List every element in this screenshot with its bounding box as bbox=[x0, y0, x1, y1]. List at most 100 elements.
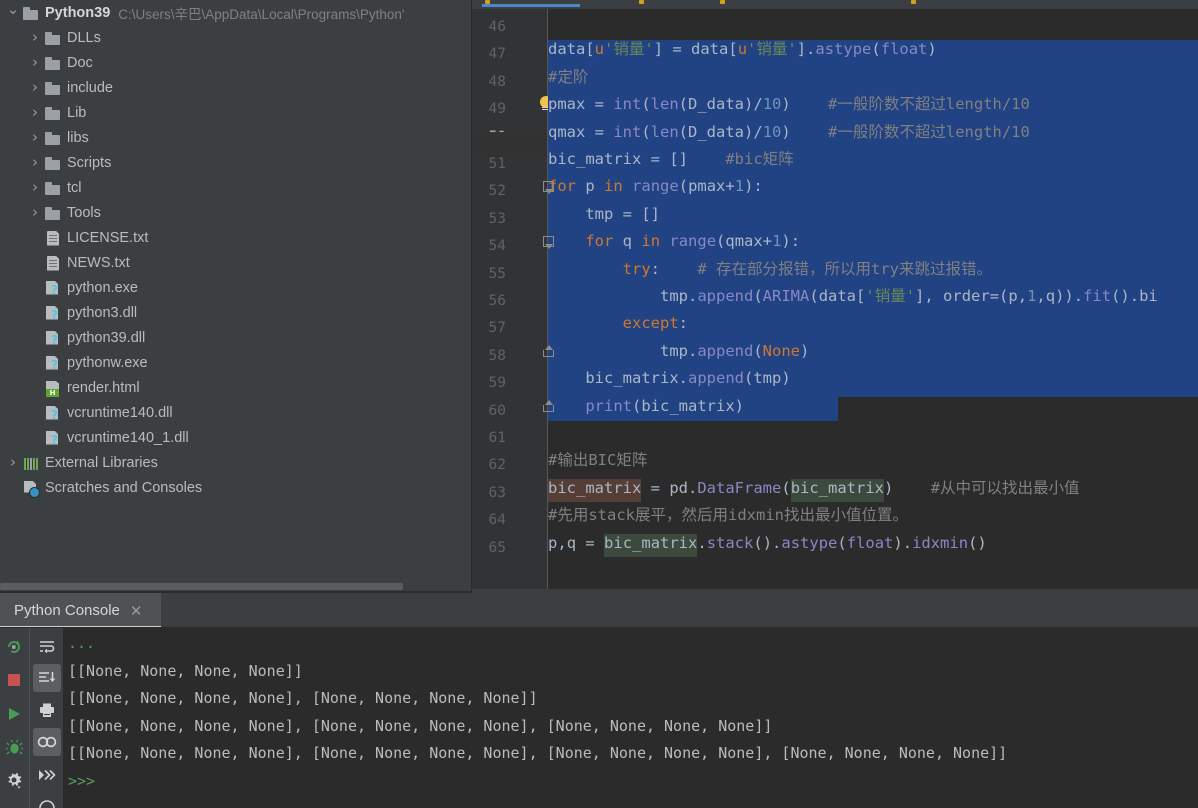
tab-python-console[interactable]: Python Console ✕ bbox=[0, 593, 161, 628]
line-number: 64 bbox=[488, 512, 506, 529]
code-line[interactable]: bic_matrix = [] #bic矩阵 bbox=[548, 146, 1198, 173]
code-line[interactable]: pmax = int(len(D_data)/10) #一般阶数不超过lengt… bbox=[548, 91, 1198, 118]
project-tree-horizontal-scrollbar[interactable] bbox=[0, 581, 472, 591]
code-text-area[interactable]: data[u'销量'] = data[u'销量'].astype(float) #… bbox=[548, 9, 1198, 591]
code-line[interactable]: try: # 存在部分报错，所以用try来跳过报错。 bbox=[548, 256, 1198, 283]
console-prompt[interactable]: >>> bbox=[68, 768, 95, 796]
tree-item-doc[interactable]: › Doc bbox=[0, 50, 472, 75]
tree-item-dlls[interactable]: › DLLs bbox=[0, 25, 472, 50]
run-all-icon[interactable] bbox=[33, 761, 61, 789]
project-tool-window[interactable]: ⌄ Python39 C:\Users\辛巴\AppData\Local\Progr… bbox=[0, 0, 472, 591]
code-line[interactable]: tmp.append(None) bbox=[548, 338, 1198, 365]
html-file-icon bbox=[44, 379, 62, 397]
tree-item-python-exe[interactable]: python.exe bbox=[0, 275, 472, 300]
unknown-file-icon bbox=[44, 279, 62, 297]
chevron-right-icon[interactable]: › bbox=[26, 155, 44, 170]
code-line[interactable]: data[u'销量'] = data[u'销量'].astype(float) bbox=[548, 36, 1198, 63]
chevron-right-icon[interactable]: › bbox=[26, 180, 44, 195]
editor-tab-bar[interactable] bbox=[472, 0, 1198, 9]
debug-icon[interactable] bbox=[0, 733, 28, 761]
gear-icon[interactable] bbox=[0, 766, 28, 794]
code-line[interactable]: print(bic_matrix) bbox=[548, 393, 1198, 420]
tree-item-label: include bbox=[67, 79, 113, 96]
tree-item-render-html[interactable]: render.html bbox=[0, 375, 472, 400]
code-editor[interactable]: 4647484950515253545556575859606162636465… bbox=[472, 0, 1198, 591]
tree-item-python39[interactable]: ⌄ Python39 C:\Users\辛巴\AppData\Local\Progr… bbox=[0, 0, 472, 25]
tree-item-label: DLLs bbox=[67, 29, 101, 46]
unknown-file-icon bbox=[44, 354, 62, 372]
line-number: 58 bbox=[488, 347, 506, 364]
tree-item-news-txt[interactable]: NEWS.txt bbox=[0, 250, 472, 275]
tree-item-tcl[interactable]: › tcl bbox=[0, 175, 472, 200]
rerun-icon[interactable] bbox=[0, 633, 28, 661]
code-line[interactable] bbox=[548, 420, 1198, 447]
folder-icon bbox=[44, 54, 62, 72]
scrollbar-thumb[interactable] bbox=[0, 583, 403, 590]
console-output-line: [[None, None, None, None]] bbox=[68, 661, 303, 680]
soft-wrap-icon[interactable] bbox=[33, 633, 61, 661]
tree-item-scripts[interactable]: › Scripts bbox=[0, 150, 472, 175]
code-line[interactable]: tmp.append(ARIMA(data['销量'], order=(p,1,… bbox=[548, 283, 1198, 310]
chevron-right-icon[interactable]: › bbox=[26, 80, 44, 95]
code-line[interactable]: for q in range(qmax+1): bbox=[548, 228, 1198, 255]
help-icon[interactable] bbox=[33, 794, 61, 808]
chevron-right-icon[interactable]: › bbox=[26, 105, 44, 120]
code-line[interactable]: for p in range(pmax+1): bbox=[548, 173, 1198, 200]
code-line[interactable] bbox=[548, 9, 1198, 36]
code-line[interactable]: bic_matrix.append(tmp) bbox=[548, 365, 1198, 392]
python-console-tool-window[interactable]: Python Console ✕ ... [[None, None, None,… bbox=[0, 593, 1198, 808]
tree-item-tools[interactable]: › Tools bbox=[0, 200, 472, 225]
line-number-gutter[interactable]: 4647484950515253545556575859606162636465 bbox=[472, 9, 547, 591]
close-icon[interactable]: ✕ bbox=[130, 602, 143, 620]
code-line[interactable]: qmax = int(len(D_data)/10) #一般阶数不超过lengt… bbox=[548, 119, 1198, 146]
folder-icon bbox=[44, 79, 62, 97]
tree-item-include[interactable]: › include bbox=[0, 75, 472, 100]
code-line[interactable]: except: bbox=[548, 310, 1198, 337]
tree-item-external-libraries[interactable]: › External Libraries bbox=[0, 450, 472, 475]
tree-item-pythonw-exe[interactable]: pythonw.exe bbox=[0, 350, 472, 375]
code-line[interactable]: #先用stack展平，然后用idxmin找出最小值位置。 bbox=[548, 502, 1198, 529]
console-toolbar-left[interactable] bbox=[0, 628, 28, 808]
chevron-right-icon[interactable]: › bbox=[26, 205, 44, 220]
tree-item-libs[interactable]: › libs bbox=[0, 125, 472, 150]
chevron-right-icon[interactable]: › bbox=[26, 130, 44, 145]
code-line[interactable]: bic_matrix = pd.DataFrame(bic_matrix) #从… bbox=[548, 475, 1198, 502]
tree-item-label: Scripts bbox=[67, 154, 112, 171]
tree-item-label: libs bbox=[67, 129, 89, 146]
console-toolbar-right[interactable] bbox=[29, 628, 63, 808]
tree-item-vcruntime140-dll[interactable]: vcruntime140.dll bbox=[0, 400, 472, 425]
code-line[interactable]: #输出BIC矩阵 bbox=[548, 447, 1198, 474]
show-variables-icon[interactable] bbox=[33, 728, 61, 756]
line-number: 61 bbox=[488, 430, 506, 446]
tree-item-label: pythonw.exe bbox=[67, 354, 148, 371]
tree-item-label: LICENSE.txt bbox=[67, 229, 149, 246]
external-libraries-icon bbox=[22, 454, 40, 472]
tree-item-label: Python39 bbox=[45, 4, 111, 21]
folder-icon bbox=[44, 179, 62, 197]
stop-icon[interactable] bbox=[0, 666, 28, 694]
tree-item-vcruntime140-1-dll[interactable]: vcruntime140_1.dll bbox=[0, 425, 472, 450]
print-icon[interactable] bbox=[33, 696, 61, 724]
execute-icon[interactable] bbox=[0, 700, 28, 728]
console-output[interactable]: ... [[None, None, None, None]] [[None, Non… bbox=[64, 628, 1198, 808]
code-line[interactable]: #定阶 bbox=[548, 64, 1198, 91]
more-icon[interactable] bbox=[0, 800, 28, 808]
line-number: 47 bbox=[488, 46, 506, 63]
tree-item-python39-dll[interactable]: python39.dll bbox=[0, 325, 472, 350]
scratches-icon bbox=[22, 479, 40, 498]
chevron-right-icon[interactable]: › bbox=[26, 55, 44, 70]
chevron-right-icon[interactable]: › bbox=[4, 455, 22, 470]
tree-item-python3-dll[interactable]: python3.dll bbox=[0, 300, 472, 325]
code-line[interactable]: tmp = [] bbox=[548, 201, 1198, 228]
chevron-down-icon[interactable]: ⌄ bbox=[4, 2, 22, 17]
line-number: 46 bbox=[488, 19, 506, 35]
scroll-to-end-icon[interactable] bbox=[33, 664, 61, 692]
tree-item-lib[interactable]: › Lib bbox=[0, 100, 472, 125]
chevron-right-icon[interactable]: › bbox=[26, 30, 44, 45]
console-output-line: [[None, None, None, None], [None, None, … bbox=[68, 744, 1008, 762]
tree-item-license-txt[interactable]: LICENSE.txt bbox=[0, 225, 472, 250]
line-number: 59 bbox=[488, 375, 506, 392]
tree-item-scratches-and-consoles[interactable]: Scratches and Consoles bbox=[0, 475, 472, 500]
text-file-icon bbox=[44, 229, 62, 247]
code-line[interactable]: p,q = bic_matrix.stack().astype(float).i… bbox=[548, 530, 1198, 557]
